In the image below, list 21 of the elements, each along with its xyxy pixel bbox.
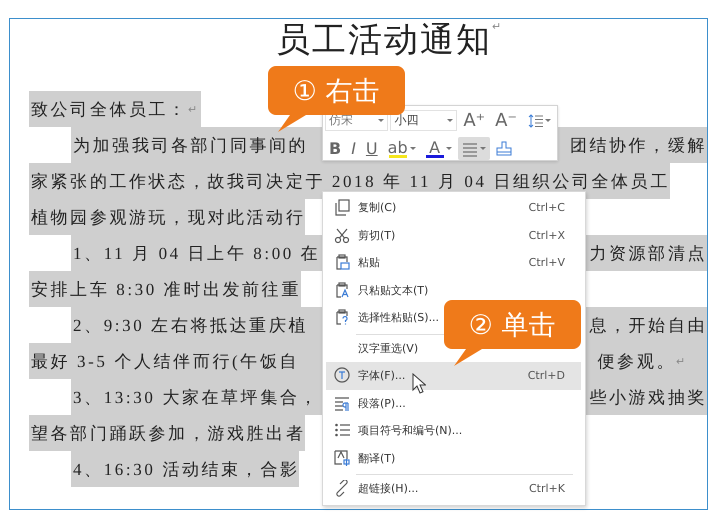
paragraph-mark: ↵: [492, 20, 501, 33]
text-line: 4、16:30 活动结束，合影: [73, 458, 300, 480]
paragraph-mark: ↵: [188, 102, 197, 116]
text-line: 最好 3-5 个人结伴而行(午饭自: [31, 350, 300, 372]
text-line: 安排上车 8:30 准时出发前往重: [31, 278, 301, 300]
text-line: 息，开始自由: [589, 314, 707, 336]
text-line: 3、13:30 大家在草坪集合，: [73, 386, 320, 408]
text-line: 望各部门踊跃参加，游戏胜出者: [31, 422, 306, 444]
text-line: 团结协作，缓解: [570, 134, 707, 156]
text-line: 2、9:30 左右将抵达重庆植: [73, 314, 308, 336]
text-line: 植物园参观游玩，现对此活动行: [31, 206, 306, 228]
text-line: 家紧张的工作状态，故我司决定于 2018 年 11 月 04 日组织公司全体员工: [31, 170, 670, 192]
text-line: 1、11 月 04 日上午 8:00 在: [73, 242, 320, 264]
document-title: 员工活动通知: [276, 20, 492, 60]
paragraph-mark: ↵: [676, 354, 685, 368]
text-line: 力资源部清点: [589, 242, 707, 264]
text-line: 致公司全体员工：: [31, 98, 188, 120]
text-line: 便参观。: [598, 350, 676, 372]
callout-tooltip: ② 单击: [444, 300, 581, 366]
text-line: 些小游戏抽奖: [589, 386, 707, 408]
text-line: 为加强我司各部门同事间的: [73, 134, 308, 156]
